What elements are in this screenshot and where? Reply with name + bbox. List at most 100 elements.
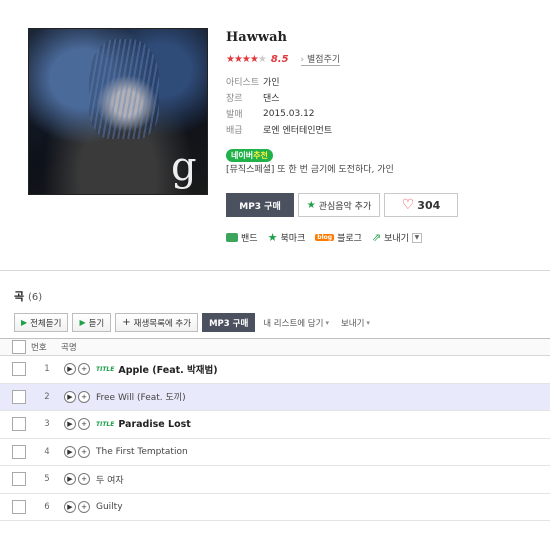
add-icon[interactable]: + [78, 500, 90, 513]
info-label-artist: 아티스트 [226, 78, 260, 88]
share-bar: 밴드 ★ 북마크 blog 블로그 ⇗ 보내기 ▼ [226, 231, 422, 244]
share-band[interactable]: 밴드 [226, 231, 258, 244]
table-row[interactable]: 6 ▶ + Guilty [0, 494, 550, 521]
track-toolbar: ▶ 전체듣기 ▶ 듣기 + 재생목록에 추가 MP3 구매 내 리스트에 담기 ▾ 보내… [14, 313, 374, 332]
track-number: 1 [44, 364, 50, 375]
send-label: 보내기 [340, 318, 365, 329]
cover-logo: g [171, 144, 197, 190]
favorite-button[interactable]: ★ 관심음악 추가 [298, 193, 380, 217]
play-icon[interactable]: ▶ [64, 445, 76, 458]
chevron-down-icon[interactable]: ▼ [411, 232, 422, 243]
star-icon: ★ [306, 199, 316, 211]
album-info: 아티스트 가인 장르 댄스 발매 2015.03.12 배급 로엔 엔터테인먼트 [226, 74, 332, 138]
play-icon[interactable]: ▶ [64, 363, 76, 376]
info-value-genre: 댄스 [263, 94, 280, 104]
row-checkbox[interactable] [12, 444, 26, 459]
play-all-button[interactable]: ▶ 전체듣기 [14, 313, 69, 332]
play-label: 듣기 [88, 318, 105, 329]
add-playlist-button[interactable]: + 재생목록에 추가 [115, 313, 199, 332]
table-row[interactable]: 4 ▶ + The First Temptation [0, 439, 550, 466]
tracks-count: (6) [27, 292, 43, 303]
info-label-release: 발매 [226, 110, 243, 120]
share-send[interactable]: ⇗ 보내기 ▼ [372, 231, 422, 244]
my-list-dropdown[interactable]: 내 리스트에 담기 ▾ [259, 313, 333, 332]
table-row[interactable]: 5 ▶ + 두 여자 [0, 466, 550, 494]
send-dropdown[interactable]: 보내기 ▾ [337, 313, 374, 332]
mp3-buy-button[interactable]: MP3 구매 [226, 193, 294, 217]
track-number: 4 [44, 446, 50, 457]
row-checkbox[interactable] [12, 499, 26, 514]
like-button[interactable]: ♡ 304 [384, 193, 458, 217]
badge-highlight: 추천 [253, 151, 268, 160]
play-icon[interactable]: ▶ [64, 418, 76, 431]
row-checkbox[interactable] [12, 389, 26, 404]
row-checkbox[interactable] [12, 362, 26, 377]
play-icon[interactable]: ▶ [64, 390, 76, 403]
play-button[interactable]: ▶ 듣기 [72, 313, 112, 332]
share-band-label: 밴드 [241, 234, 258, 244]
cover-artwork [89, 39, 159, 139]
track-title[interactable]: The First Temptation [96, 447, 188, 457]
rating-score: 8.5 [270, 53, 289, 65]
table-row[interactable]: 1 ▶ + TITLE Apple (Feat. 박재범) [0, 356, 550, 384]
track-title[interactable]: Paradise Lost [118, 419, 190, 430]
buy-mp3-button[interactable]: MP3 구매 [202, 313, 256, 332]
favorite-label: 관심음악 추가 [318, 201, 372, 212]
chevron-down-icon: ▾ [366, 318, 370, 327]
info-value-distributor: 로엔 엔터테인먼트 [263, 126, 333, 136]
tracks-title: 곡 [14, 290, 25, 303]
track-title[interactable]: Apple (Feat. 박재범) [118, 362, 217, 376]
play-icon[interactable]: ▶ [64, 500, 76, 513]
info-value-release: 2015.03.12 [263, 108, 315, 119]
track-title[interactable]: 두 여자 [96, 473, 124, 486]
add-icon[interactable]: + [78, 473, 90, 486]
plus-icon: + [122, 317, 131, 328]
track-number: 3 [44, 419, 50, 430]
rating-row: ★★★★★ 8.5 별점주기 [226, 52, 341, 66]
album-cover[interactable]: g [28, 28, 208, 195]
header-title: 곡명 [61, 343, 77, 353]
catchphrase-link[interactable]: [뮤직스페셜] 또 한 번 금기에 도전하다, 가인 [226, 162, 394, 175]
band-icon [226, 233, 238, 242]
track-title[interactable]: Guilty [96, 502, 123, 512]
track-table: 번호 곡명 1 ▶ + TITLE Apple (Feat. 박재범) 2 ▶ … [0, 338, 550, 521]
play-icon: ▶ [79, 318, 86, 327]
title-track-badge: TITLE [96, 365, 115, 373]
info-label-genre: 장르 [226, 94, 243, 104]
table-header: 번호 곡명 [0, 338, 550, 356]
blog-icon: blog [315, 234, 335, 241]
naver-recommend-badge: 네이버추천 [226, 149, 273, 162]
heart-icon: ♡ [401, 197, 415, 213]
share-blog[interactable]: blog 블로그 [315, 231, 362, 244]
row-checkbox[interactable] [12, 472, 26, 487]
share-bookmark[interactable]: ★ 북마크 [268, 231, 306, 244]
track-number: 6 [44, 501, 50, 512]
play-icon: ▶ [21, 318, 28, 327]
info-value-artist[interactable]: 가인 [263, 75, 280, 88]
row-checkbox[interactable] [12, 417, 26, 432]
track-number: 2 [44, 391, 50, 402]
chevron-down-icon: ▾ [325, 318, 329, 327]
select-all-checkbox[interactable] [12, 340, 26, 354]
album-actions: MP3 구매 ★ 관심음악 추가 ♡ 304 [226, 193, 458, 217]
table-row[interactable]: 2 ▶ + Free Will (Feat. 도끼) [0, 383, 550, 411]
like-count: 304 [417, 198, 441, 212]
play-icon[interactable]: ▶ [64, 473, 76, 486]
my-list-label: 내 리스트에 담기 [263, 318, 324, 329]
add-icon[interactable]: + [78, 445, 90, 458]
table-row[interactable]: 3 ▶ + TITLE Paradise Lost [0, 411, 550, 439]
section-divider [0, 270, 550, 271]
album-title: Hawwah [226, 30, 287, 45]
add-icon[interactable]: + [78, 390, 90, 403]
add-icon[interactable]: + [78, 363, 90, 376]
share-bookmark-label: 북마크 [280, 234, 306, 244]
add-icon[interactable]: + [78, 418, 90, 431]
share-send-label: 보내기 [384, 234, 409, 244]
header-no: 번호 [31, 343, 47, 353]
rate-link[interactable]: 별점주기 [300, 52, 341, 66]
play-all-label: 전체듣기 [30, 318, 62, 329]
tracks-section-title: 곡 (6) [14, 288, 42, 304]
bookmark-icon: ★ [267, 231, 278, 244]
share-blog-label: 블로그 [337, 234, 362, 244]
track-title[interactable]: Free Will (Feat. 도끼) [96, 390, 186, 403]
